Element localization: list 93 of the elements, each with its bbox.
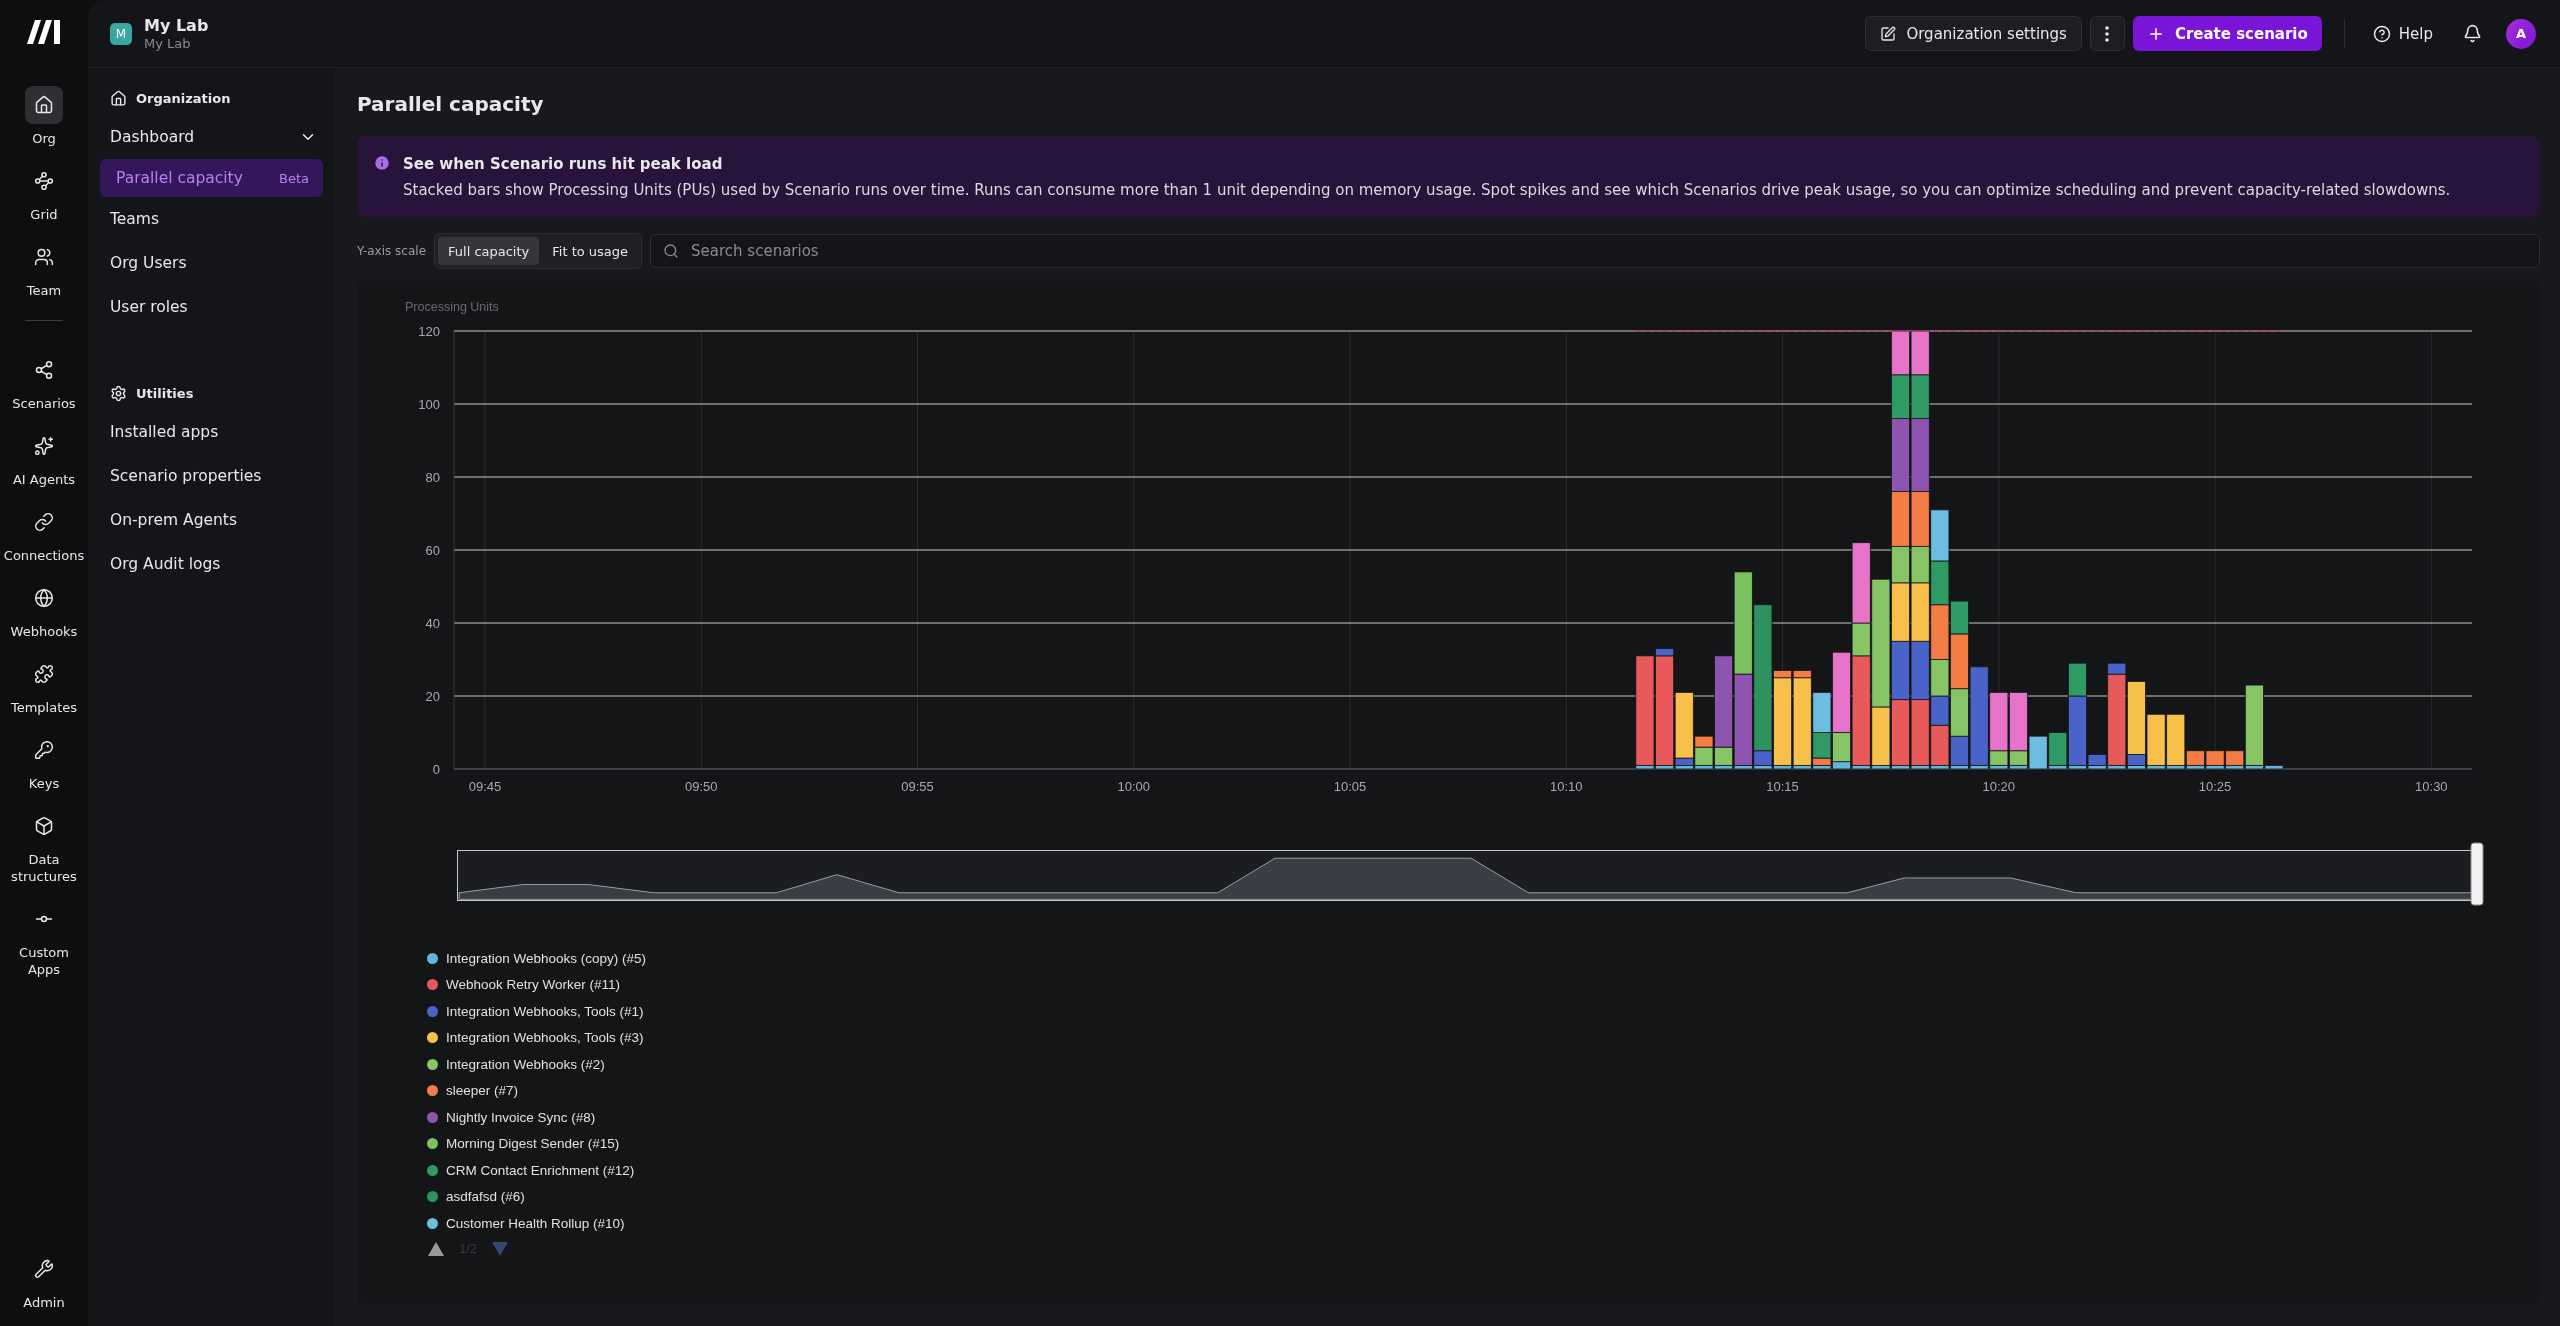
sidebar-item[interactable]: Dashboard [102, 115, 325, 159]
scale-option[interactable]: Full capacity [438, 237, 540, 265]
axis-label: 20 [425, 689, 440, 704]
axis-label: 10:00 [1117, 779, 1151, 794]
legend-item[interactable]: asdfafsd (#6) [427, 1183, 2540, 1210]
rail-item[interactable]: Org [3, 86, 85, 147]
axis-label: 10:25 [2198, 779, 2232, 794]
axis-label: 09:55 [901, 779, 934, 794]
rail-item[interactable]: Keys [3, 731, 85, 792]
more-button[interactable] [2089, 16, 2125, 51]
legend-item[interactable]: Nightly Invoice Sync (#8) [427, 1104, 2540, 1131]
sidebar-item[interactable]: User roles [102, 285, 325, 329]
rail-item[interactable]: Templates [3, 655, 85, 716]
organization-settings-button[interactable]: Organization settings [1865, 16, 2082, 51]
axis-label: 10:30 [2415, 779, 2448, 794]
sparkle-icon [34, 436, 54, 456]
key-icon [34, 740, 54, 760]
puzzle-icon [34, 664, 54, 684]
rail-item[interactable]: AI Agents [3, 427, 85, 488]
banner-title: See when Scenario runs hit peak load [403, 154, 724, 174]
axis-label: 10:15 [1766, 779, 1799, 794]
legend-item[interactable]: Customer Health Rollup (#10) [427, 1210, 2540, 1237]
legend-item[interactable]: sleeper (#7) [427, 1077, 2540, 1104]
help-icon [2372, 24, 2391, 43]
axis-label: 09:50 [685, 779, 718, 794]
globe-icon [34, 588, 54, 608]
axis-label: 100 [418, 397, 440, 412]
link-icon [34, 512, 54, 532]
axis-label: 60 [425, 543, 440, 558]
bar-segment [1930, 560, 1950, 606]
axis-title: Processing Units [405, 300, 499, 314]
workspace-subtitle: My Lab [144, 35, 192, 52]
sidebar-item[interactable]: On-prem Agents [102, 498, 325, 542]
search-field[interactable]: Search scenarios [650, 234, 2540, 268]
user-avatar[interactable]: A [2506, 18, 2536, 49]
sidebar-item[interactable]: Parallel capacity Beta [100, 159, 323, 197]
axis-label: 80 [425, 470, 440, 485]
legend-item[interactable]: Integration Webhooks (copy) (#5) [427, 945, 2540, 972]
wrench-icon [34, 1259, 54, 1279]
home-icon [34, 95, 54, 115]
bar-segment [1891, 330, 1910, 376]
axis-label: 10:05 [1333, 779, 1367, 794]
section-heading: Organization [136, 91, 231, 106]
legend-item[interactable]: Integration Webhooks, Tools (#3) [427, 1024, 2540, 1051]
scale-label: Y-axis scale [357, 244, 426, 258]
sidebar-item[interactable]: Installed apps [102, 410, 325, 454]
axis-label: 120 [418, 324, 440, 339]
bar-segment [1910, 330, 1930, 376]
settings-icon [110, 385, 127, 402]
scale-option[interactable]: Fit to usage [542, 237, 639, 265]
search-icon [663, 243, 680, 259]
axis-label: 40 [425, 616, 440, 631]
workspace-name: My Lab [144, 15, 209, 36]
rail-item[interactable]: Custom Apps [3, 900, 85, 978]
legend-item[interactable]: Integration Webhooks, Tools (#1) [427, 998, 2540, 1025]
rail-item[interactable]: Webhooks [3, 579, 85, 640]
create-scenario-button[interactable]: Create scenario [2132, 16, 2322, 51]
sidebar-item[interactable]: Org Audit logs [102, 542, 325, 586]
sidebar-item[interactable]: Scenario properties [102, 454, 325, 498]
users-icon [34, 247, 54, 267]
legend-item[interactable]: Morning Digest Sender (#15) [427, 1130, 2540, 1157]
help-link[interactable]: Help [2366, 20, 2439, 47]
beta-label: Beta [279, 170, 309, 186]
rail-item[interactable]: Scenarios [3, 351, 85, 412]
axis-label: 09:45 [468, 779, 502, 794]
rail-item[interactable]: Admin [3, 1250, 85, 1311]
rail-item[interactable]: Grid [3, 162, 85, 223]
axis-label: 10:10 [1550, 779, 1583, 794]
navigator-handle[interactable] [2470, 842, 2484, 906]
axis-label: 10:20 [1982, 779, 2016, 794]
more-icon [2105, 25, 2110, 42]
banner-text: Stacked bars show Processing Units (PUs) used by Scenario runs over time. Runs can consume more than 1 unit depending on memory usage. Spot spikes and see which Scenarios drive peak usage, so you can optimize scheduling and prevent capacity-related slowdowns. [403, 180, 2451, 200]
legend-item[interactable]: Webhook Retry Worker (#11) [427, 971, 2540, 998]
legend-item[interactable]: CRM Contact Enrichment (#12) [427, 1157, 2540, 1184]
bell-icon [2463, 24, 2482, 43]
nodes-icon [34, 171, 54, 191]
logo-icon[interactable] [26, 18, 62, 46]
sidebar-item[interactable]: Org Users [102, 241, 325, 285]
section-heading: Utilities [136, 386, 194, 401]
sidebar-item[interactable]: Teams [102, 197, 325, 241]
page-up-icon[interactable] [427, 1240, 445, 1257]
home-icon [110, 90, 127, 107]
rail-item[interactable]: Connections [3, 503, 85, 564]
share-icon [34, 360, 54, 380]
legend-item[interactable]: Integration Webhooks (#2) [427, 1051, 2540, 1078]
info-icon [373, 154, 391, 172]
bar-segment [1930, 509, 1950, 562]
cube-icon [34, 816, 54, 836]
rail-item[interactable]: Team [3, 238, 85, 299]
rail-item[interactable]: Data structures [3, 807, 85, 885]
edit-icon [1880, 25, 1897, 42]
page-title: Parallel capacity [357, 91, 545, 118]
axis-label: 0 [432, 762, 440, 777]
